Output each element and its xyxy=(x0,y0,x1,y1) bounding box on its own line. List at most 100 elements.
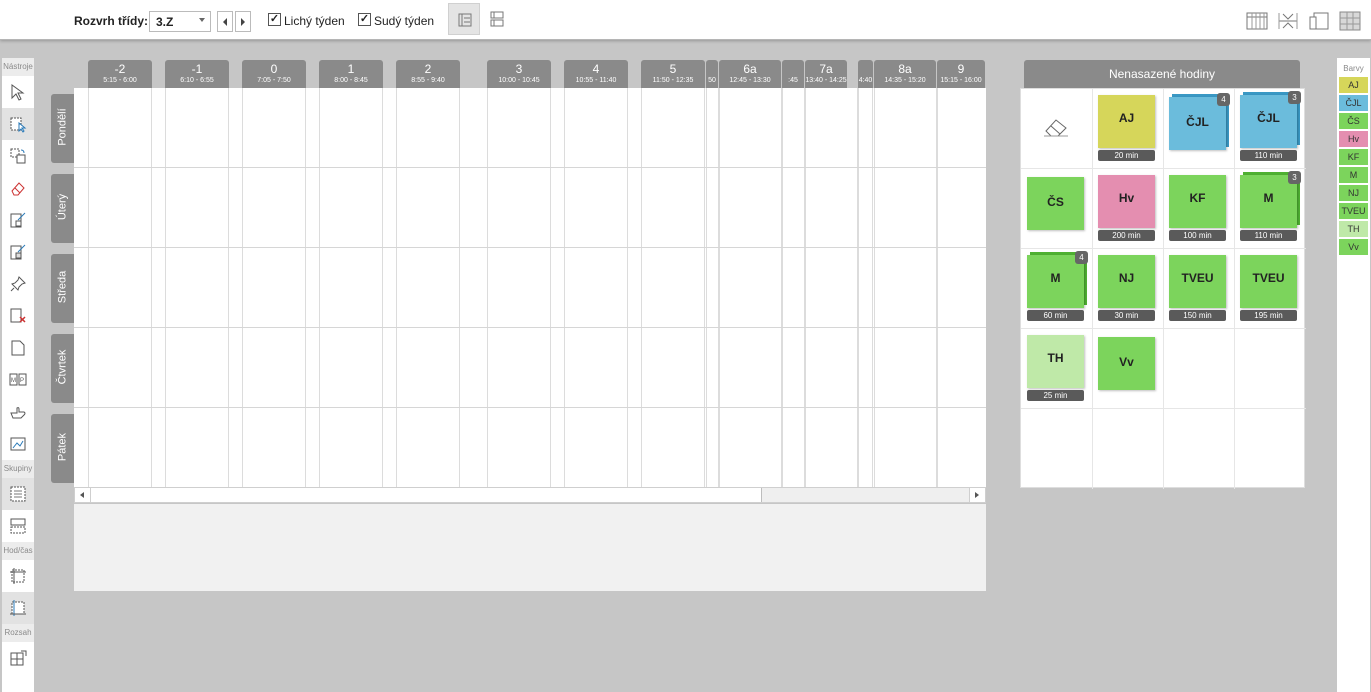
copy-tool-button[interactable] xyxy=(2,108,34,140)
card-subject: ČJL xyxy=(1186,115,1209,129)
group-split-tool-button[interactable] xyxy=(2,510,34,542)
time-slot-header[interactable]: 4 10:55 - 11:40 xyxy=(564,60,628,88)
timetable-grid[interactable] xyxy=(74,88,986,488)
hour-tool-button[interactable] xyxy=(2,560,34,592)
slot-number: 2 xyxy=(424,62,432,76)
lesson-card[interactable]: TVEU xyxy=(1169,255,1226,308)
card-duration: 30 min xyxy=(1098,310,1155,321)
delete-card-icon xyxy=(10,308,26,323)
arrow-left-icon xyxy=(223,18,227,26)
lesson-card[interactable]: NJ xyxy=(1098,255,1155,308)
lesson-card[interactable]: TVEU xyxy=(1240,255,1297,308)
grid-column-line xyxy=(242,88,243,488)
lesson-card[interactable]: Vv xyxy=(1098,337,1155,390)
scroll-left-button[interactable] xyxy=(75,488,91,502)
day-label-text: Středa xyxy=(56,270,69,304)
card-duration: 200 min xyxy=(1098,230,1155,241)
time-slot-header[interactable]: 7a 13:40 - 14:25 xyxy=(805,60,847,88)
image-tool-button[interactable] xyxy=(2,428,34,460)
grid-column-line xyxy=(872,88,873,488)
color-chip[interactable]: KF xyxy=(1339,149,1368,165)
time-slot-header[interactable]: -2 5:15 - 6:00 xyxy=(88,60,152,88)
grid-column-line xyxy=(396,88,397,488)
class-schedule-label: Rozvrh třídy: xyxy=(74,14,149,28)
prev-class-button[interactable] xyxy=(217,11,233,32)
time-slot-header[interactable]: 1 8:00 - 8:45 xyxy=(319,60,383,88)
lesson-card[interactable]: M3 xyxy=(1240,171,1301,228)
next-class-button[interactable] xyxy=(235,11,251,32)
grid-row-line xyxy=(74,327,986,328)
class-select[interactable]: 3.Z xyxy=(149,11,211,32)
swap-tool-button[interactable] xyxy=(2,140,34,172)
time-slot-header[interactable]: 3 10:00 - 10:45 xyxy=(487,60,551,88)
view-grid-button[interactable] xyxy=(481,3,513,35)
eraser-icon[interactable] xyxy=(1043,116,1069,138)
pin-tool-button[interactable] xyxy=(2,268,34,300)
view-list-button[interactable] xyxy=(448,3,480,35)
time-slot-header[interactable]: 5 11:50 - 12:35 xyxy=(641,60,705,88)
color-chip[interactable]: NJ xyxy=(1339,185,1368,201)
lesson-card[interactable]: TH xyxy=(1027,335,1084,388)
time-slot-header[interactable]: 9 15:15 - 16:00 xyxy=(937,60,985,88)
lesson-card[interactable]: Hv xyxy=(1098,175,1155,228)
lesson-card[interactable]: KF xyxy=(1169,175,1226,228)
unplaced-panel-title: Nenasazené hodiny xyxy=(1024,60,1300,88)
page-layout-icon[interactable] xyxy=(1308,11,1330,31)
odd-week-checkbox[interactable]: ✓ xyxy=(268,13,281,26)
grid-column-line xyxy=(874,88,875,488)
new-card-tool-button[interactable] xyxy=(2,332,34,364)
time-slot-header[interactable]: 6a 12:45 - 13:30 xyxy=(719,60,781,88)
even-week-checkbox[interactable]: ✓ xyxy=(358,13,371,26)
grid-column-line xyxy=(719,88,720,488)
time-slot-header[interactable]: 0 7:05 - 7:50 xyxy=(242,60,306,88)
lock-tool-button[interactable] xyxy=(2,204,34,236)
lesson-card[interactable]: ČS xyxy=(1027,177,1084,230)
color-chip[interactable]: M xyxy=(1339,167,1368,183)
time-slot-header[interactable]: -1 6:10 - 6:55 xyxy=(165,60,229,88)
columns-icon[interactable] xyxy=(1246,11,1268,31)
grid-column-line xyxy=(228,88,229,488)
time-slot-header[interactable]: 8a 14:35 - 15:20 xyxy=(874,60,936,88)
time-slot-header[interactable]: :45 xyxy=(782,60,804,88)
lesson-card[interactable]: ČJL 4 xyxy=(1169,93,1230,150)
details-pane xyxy=(74,504,986,591)
unlock-tool-button[interactable] xyxy=(2,236,34,268)
color-chip[interactable]: ČS xyxy=(1339,113,1368,129)
slot-time: 11:50 - 12:35 xyxy=(652,77,694,84)
color-chip[interactable]: ČJL xyxy=(1339,95,1368,111)
time-tool-button[interactable] xyxy=(2,592,34,624)
grid-column-line xyxy=(319,88,320,488)
day-label: Úterý xyxy=(51,174,74,243)
eraser-tool-button[interactable] xyxy=(2,172,34,204)
time-slot-header[interactable]: 4:40 xyxy=(858,60,873,88)
svg-text:P: P xyxy=(20,378,24,384)
hand-tool-button[interactable] xyxy=(2,396,34,428)
scrollbar-thumb[interactable] xyxy=(91,488,762,502)
time-slot-header[interactable]: 50 xyxy=(706,60,718,88)
slot-time: 50 xyxy=(708,77,716,84)
colors-panel-title: Barvy xyxy=(1343,64,1364,73)
day-label: Čtvrtek xyxy=(51,334,74,403)
delete-card-tool-button[interactable] xyxy=(2,300,34,332)
split-icon[interactable] xyxy=(1277,11,1299,31)
color-chip[interactable]: AJ xyxy=(1339,77,1368,93)
group-tool-button[interactable] xyxy=(2,478,34,510)
lesson-card[interactable]: M4 xyxy=(1027,251,1088,308)
merge-tool-button[interactable]: MP xyxy=(2,364,34,396)
select-tool-button[interactable] xyxy=(2,76,34,108)
table-grid-icon[interactable] xyxy=(1339,11,1361,31)
color-chip[interactable]: TVEU xyxy=(1339,203,1368,219)
range-tool-button[interactable] xyxy=(2,642,34,674)
color-chip[interactable]: TH xyxy=(1339,221,1368,237)
color-chip[interactable]: Vv xyxy=(1339,239,1368,255)
lesson-card[interactable]: AJ xyxy=(1098,95,1155,148)
time-slot-header[interactable]: 2 8:55 - 9:40 xyxy=(396,60,460,88)
color-chip[interactable]: Hv xyxy=(1339,131,1368,147)
horizontal-scrollbar[interactable] xyxy=(74,487,986,503)
class-select-value: 3.Z xyxy=(156,15,174,29)
card-subject: ČS xyxy=(1047,195,1064,209)
slot-time: 4:40 xyxy=(858,77,873,84)
scroll-right-button[interactable] xyxy=(969,488,985,502)
lesson-card[interactable]: ČJL 3 xyxy=(1240,91,1301,148)
grid-column-line xyxy=(382,88,383,488)
